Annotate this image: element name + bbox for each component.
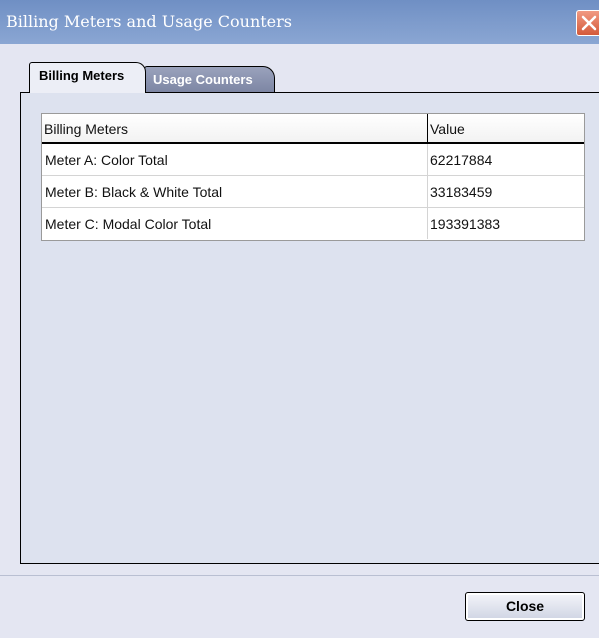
cell-divider xyxy=(427,144,428,175)
meter-name: Meter B: Black & White Total xyxy=(45,184,223,200)
column-header-billing-meters[interactable]: Billing Meters xyxy=(44,121,128,137)
tab-billing-meters[interactable]: Billing Meters xyxy=(29,62,146,93)
close-icon xyxy=(581,15,597,31)
footer-divider xyxy=(0,575,599,576)
meter-name: Meter A: Color Total xyxy=(45,152,168,168)
cell-divider xyxy=(427,176,428,207)
meter-name: Meter C: Modal Color Total xyxy=(45,216,212,232)
dialog-window: Billing Meters and Usage Counters Billin… xyxy=(0,0,599,638)
close-button[interactable]: Close xyxy=(465,592,585,621)
window-close-button[interactable] xyxy=(576,10,599,36)
table-header: Billing Meters Value xyxy=(42,114,584,144)
table-row[interactable]: Meter C: Modal Color Total 193391383 xyxy=(42,208,584,240)
column-divider[interactable] xyxy=(427,114,428,144)
meter-value: 33183459 xyxy=(430,184,493,200)
cell-divider xyxy=(427,208,428,239)
table-row[interactable]: Meter B: Black & White Total 33183459 xyxy=(42,176,584,208)
meter-value: 193391383 xyxy=(430,216,501,232)
meter-value: 62217884 xyxy=(430,152,493,168)
tab-usage-counters[interactable]: Usage Counters xyxy=(144,66,275,92)
title-bar[interactable]: Billing Meters and Usage Counters xyxy=(0,0,599,44)
billing-meters-table: Billing Meters Value Meter A: Color Tota… xyxy=(41,113,585,241)
window-title: Billing Meters and Usage Counters xyxy=(6,12,292,31)
table-row[interactable]: Meter A: Color Total 62217884 xyxy=(42,144,584,176)
column-header-value[interactable]: Value xyxy=(430,121,465,137)
